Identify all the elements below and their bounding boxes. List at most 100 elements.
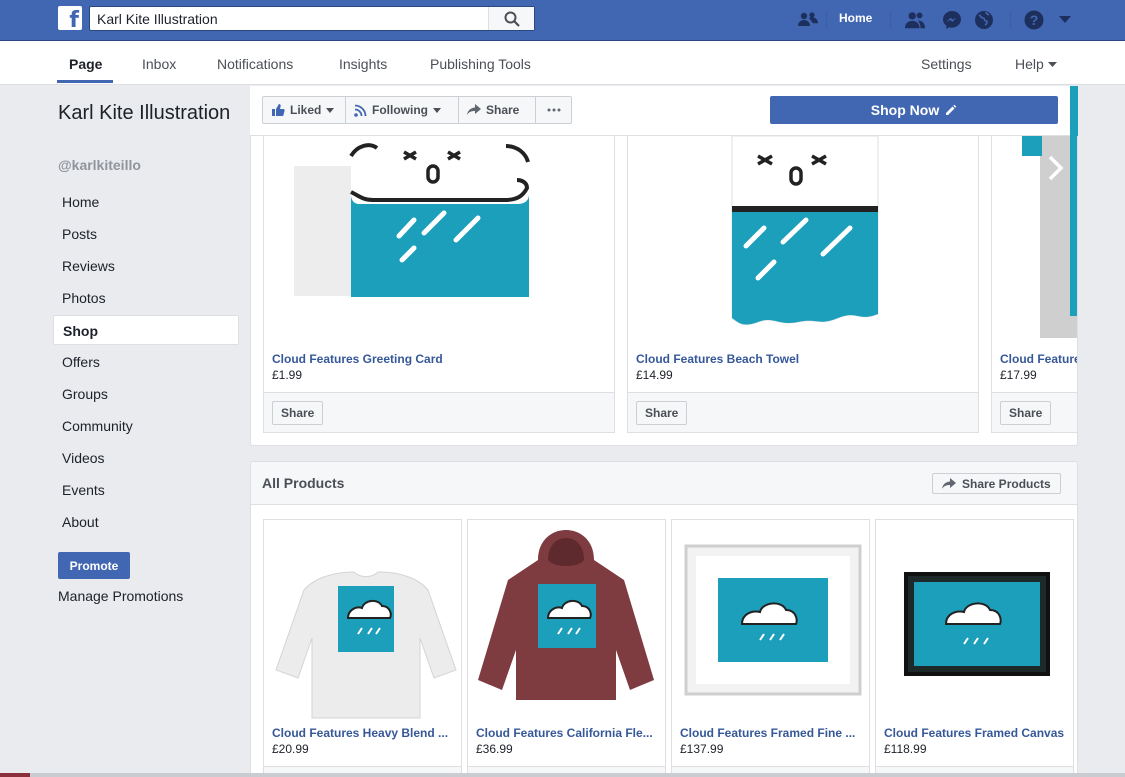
product-image-hoodie[interactable] (468, 520, 665, 720)
share-arrow-icon (942, 477, 956, 489)
product-price: £17.99 (1000, 368, 1037, 382)
search-box (89, 6, 535, 31)
sidebar-item-about[interactable]: About (53, 507, 239, 537)
sidebar-item-events[interactable]: Events (53, 475, 239, 505)
liked-label: Liked (290, 103, 322, 117)
window-bottom-accent (0, 773, 30, 777)
tab-page[interactable]: Page (69, 56, 102, 72)
product-name[interactable]: Cloud Features Framed Fine ... (680, 726, 865, 740)
following-button[interactable]: Following (345, 96, 459, 124)
tab-settings[interactable]: Settings (921, 56, 972, 72)
tab-notifications[interactable]: Notifications (217, 56, 293, 72)
notifications-globe-icon[interactable] (973, 9, 995, 31)
tab-publishing-tools[interactable]: Publishing Tools (430, 56, 531, 72)
search-input[interactable] (90, 7, 485, 30)
sidebar-item-posts[interactable]: Posts (53, 219, 239, 249)
help-icon[interactable]: ? (1023, 9, 1045, 31)
account-menu-chevron-down-icon[interactable] (1054, 9, 1076, 31)
sidebar-item-photos[interactable]: Photos (53, 283, 239, 313)
chevron-down-icon (326, 107, 335, 113)
tab-help[interactable]: Help (1015, 56, 1057, 72)
sidebar-item-community[interactable]: Community (53, 411, 239, 441)
manage-promotions-link[interactable]: Manage Promotions (58, 588, 183, 604)
separator (890, 11, 891, 29)
product-card[interactable]: Cloud Features Framed Fine ... £137.99 (671, 519, 870, 777)
product-card[interactable]: Cloud Features California Fle... £36.99 (467, 519, 666, 777)
product-price: £36.99 (476, 742, 513, 756)
product-price: £1.99 (272, 368, 303, 382)
featured-product-card[interactable]: Cloud Features Greeting Card £1.99 Share (263, 136, 615, 433)
active-tab-indicator (57, 80, 113, 83)
product-image-framed-fine-art[interactable] (672, 520, 869, 720)
product-footer: Share (628, 392, 978, 432)
share-label: Share (486, 103, 520, 117)
product-price: £20.99 (272, 742, 309, 756)
help-label: Help (1015, 56, 1044, 72)
share-page-button[interactable]: Share (458, 96, 536, 124)
sidebar-item-offers[interactable]: Offers (53, 347, 239, 377)
share-products-button[interactable]: Share Products (932, 473, 1061, 494)
product-card[interactable]: Cloud Features Heavy Blend ... £20.99 (263, 519, 462, 777)
tab-inbox[interactable]: Inbox (142, 56, 176, 72)
search-icon (504, 11, 520, 27)
cover-image-edge (1070, 86, 1078, 136)
sidebar-item-groups[interactable]: Groups (53, 379, 239, 409)
separator (1010, 11, 1011, 29)
carousel-next-chevron-right-icon[interactable] (1041, 148, 1071, 188)
top-navigation-bar: f Home ? (0, 0, 1125, 41)
product-price: £137.99 (680, 742, 724, 756)
more-options-button[interactable] (535, 96, 572, 124)
following-label: Following (372, 103, 428, 117)
sidebar-item-reviews[interactable]: Reviews (53, 251, 239, 281)
share-product-button[interactable]: Share (272, 401, 324, 425)
product-image-sweatshirt[interactable] (264, 520, 461, 720)
sidebar-item-shop[interactable]: Shop (53, 315, 239, 345)
window-bottom-edge (0, 773, 1125, 777)
product-card[interactable]: Cloud Features Framed Canvas £118.99 (875, 519, 1074, 777)
more-dots-icon (547, 108, 560, 112)
messenger-icon[interactable] (941, 9, 963, 31)
page-tab-bar: Page Inbox Notifications Insights Publis… (0, 41, 1125, 85)
product-image-beach-towel[interactable] (628, 136, 978, 342)
all-products-title: All Products (262, 475, 345, 491)
shop-now-label: Shop Now (870, 102, 940, 118)
product-name[interactable]: Cloud Features Heavy Blend ... (272, 726, 457, 740)
product-name[interactable]: Cloud Features Beach Towel (636, 352, 799, 366)
home-link[interactable]: Home (839, 11, 872, 25)
share-arrow-icon (467, 104, 481, 115)
product-name[interactable]: Cloud Features California Fle... (476, 726, 661, 740)
product-price: £118.99 (884, 742, 927, 756)
chevron-down-icon (1047, 62, 1057, 68)
page-switch-icon[interactable] (797, 9, 819, 31)
liked-button[interactable]: Liked (262, 96, 346, 124)
featured-product-card[interactable]: Cloud Features Beach Towel £14.99 Share (627, 136, 979, 433)
product-footer: Share (992, 392, 1077, 432)
sidebar-item-videos[interactable]: Videos (53, 443, 239, 473)
page-title[interactable]: Karl Kite Illustration (58, 99, 238, 127)
product-name[interactable]: Cloud Feature (1000, 352, 1077, 366)
tab-insights[interactable]: Insights (339, 56, 387, 72)
pencil-edit-icon (946, 104, 957, 115)
rss-feed-icon (354, 104, 367, 117)
product-name[interactable]: Cloud Features Framed Canvas (884, 726, 1069, 740)
share-products-label: Share Products (962, 476, 1051, 491)
product-image-greeting-card[interactable] (264, 136, 614, 342)
shop-now-button[interactable]: Shop Now (770, 96, 1058, 124)
svg-text:?: ? (1030, 12, 1039, 28)
product-image-framed-canvas[interactable] (876, 520, 1073, 720)
friend-requests-icon[interactable] (904, 9, 926, 31)
product-price: £14.99 (636, 368, 673, 382)
page-action-bar: Liked Following Share Shop Now (250, 86, 1078, 136)
featured-products-carousel: Cloud Features Greeting Card £1.99 Share… (250, 136, 1078, 446)
page-handle[interactable]: @karlkiteillo (58, 157, 141, 173)
facebook-logo-icon[interactable]: f (58, 6, 82, 32)
product-name[interactable]: Cloud Features Greeting Card (272, 352, 443, 366)
sidebar-item-home[interactable]: Home (53, 187, 239, 217)
share-product-button[interactable]: Share (1000, 401, 1052, 425)
promote-button[interactable]: Promote (58, 552, 130, 579)
thumbs-up-icon (272, 104, 285, 116)
all-products-header: All Products Share Products (251, 462, 1077, 505)
share-product-button[interactable]: Share (636, 401, 688, 425)
search-button[interactable] (488, 7, 534, 30)
product-footer: Share (264, 392, 614, 432)
